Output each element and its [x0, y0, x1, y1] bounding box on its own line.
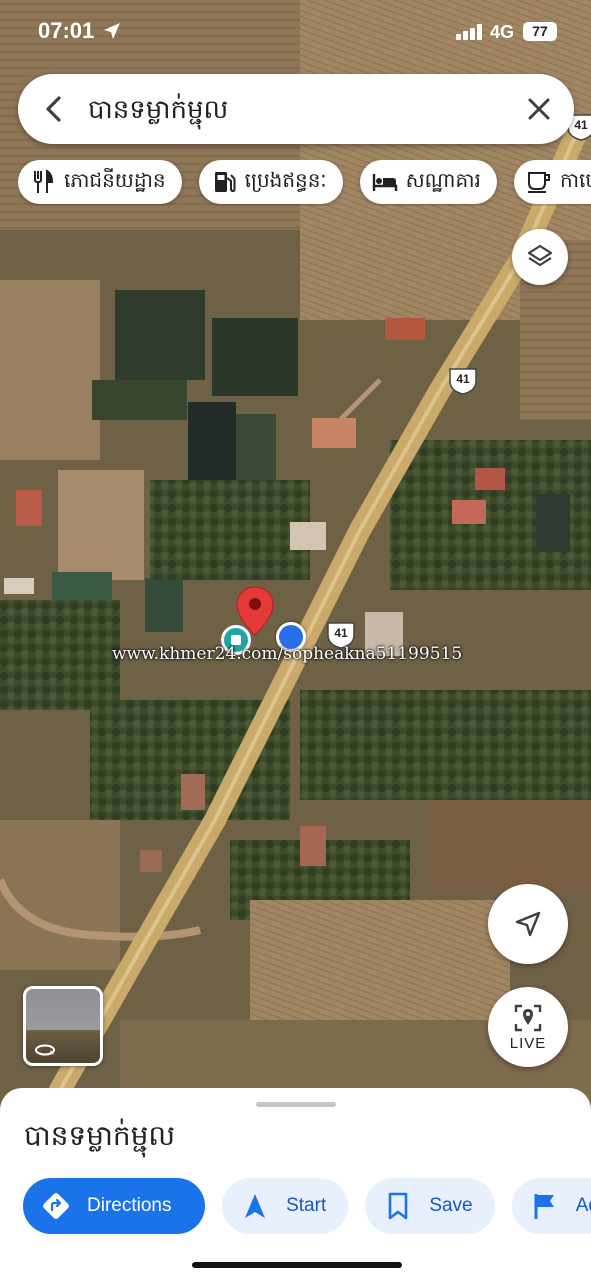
category-chips: ភោជនីយដ្ឋាន ប្រេងឥន្ធនៈ សណ្ឋាគារ កាហ្វេ [18, 160, 591, 206]
save-button[interactable]: Save [365, 1178, 495, 1234]
layers-icon [527, 244, 553, 267]
flag-icon [534, 1194, 554, 1219]
gas-station-icon [214, 172, 236, 193]
layers-button[interactable] [512, 229, 568, 285]
close-icon[interactable] [524, 94, 554, 124]
chip-label: សណ្ឋាគារ [405, 168, 481, 192]
chip-hotels[interactable]: សណ្ឋាគារ [359, 160, 497, 204]
bookmark-icon [389, 1192, 408, 1220]
live-view-button[interactable]: LIVE [488, 987, 568, 1067]
street-view-thumbnail[interactable] [23, 986, 103, 1066]
chip-coffee[interactable]: កាហ្វេ [513, 160, 591, 204]
hotel-icon [372, 174, 397, 191]
directions-label: Directions [87, 1195, 172, 1216]
rotate-360-icon [35, 1044, 55, 1056]
save-label: Save [429, 1195, 473, 1216]
live-view-icon [514, 1004, 542, 1031]
dropped-pin-icon[interactable] [236, 586, 274, 636]
back-arrow-icon[interactable] [40, 94, 70, 124]
start-label: Start [286, 1195, 327, 1216]
location-arrow-icon [104, 23, 120, 39]
action-buttons: Directions Start Save Ad [23, 1178, 591, 1236]
my-location-button[interactable] [488, 884, 568, 964]
status-bar: 07:01 4G 77 [0, 0, 591, 60]
navigation-arrow-icon [515, 911, 541, 937]
add-label: Ad [575, 1195, 591, 1216]
directions-icon [43, 1193, 69, 1219]
battery-icon: 77 [523, 22, 557, 41]
cellular-signal-icon [456, 24, 482, 40]
network-type: 4G [490, 22, 515, 42]
chip-label: ភោជនីយដ្ឋាន [64, 168, 166, 192]
search-query[interactable]: បានទម្លាក់ម្ជុល [88, 93, 228, 131]
directions-button[interactable]: Directions [23, 1178, 205, 1234]
route-shield: 41 [448, 367, 478, 395]
chip-gas[interactable]: ប្រេងឥន្ធនៈ [198, 160, 343, 204]
watermark-text: www.khmer24.com/sopheakna51199515 [112, 644, 463, 664]
place-bottom-sheet[interactable]: បានទម្លាក់ម្ជុល Directions Start Save A [0, 1088, 591, 1280]
search-bar[interactable]: បានទម្លាក់ម្ជុល [18, 74, 574, 144]
coffee-icon [527, 172, 550, 193]
chip-label: ប្រេងឥន្ធនៈ [244, 168, 327, 192]
chip-label: កាហ្វេ [559, 168, 591, 192]
restaurant-icon [34, 169, 54, 193]
navigation-arrow-icon [245, 1194, 266, 1218]
home-indicator[interactable] [192, 1262, 402, 1268]
drag-handle[interactable] [256, 1102, 336, 1107]
live-label: LIVE [509, 1034, 547, 1052]
place-title: បានទម្លាក់ម្ជុល [24, 1119, 176, 1152]
start-button[interactable]: Start [222, 1178, 349, 1234]
chip-restaurants[interactable]: ភោជនីយដ្ឋាន [18, 160, 182, 204]
add-label-button[interactable]: Ad [511, 1178, 591, 1234]
status-time: 07:01 [38, 18, 95, 43]
